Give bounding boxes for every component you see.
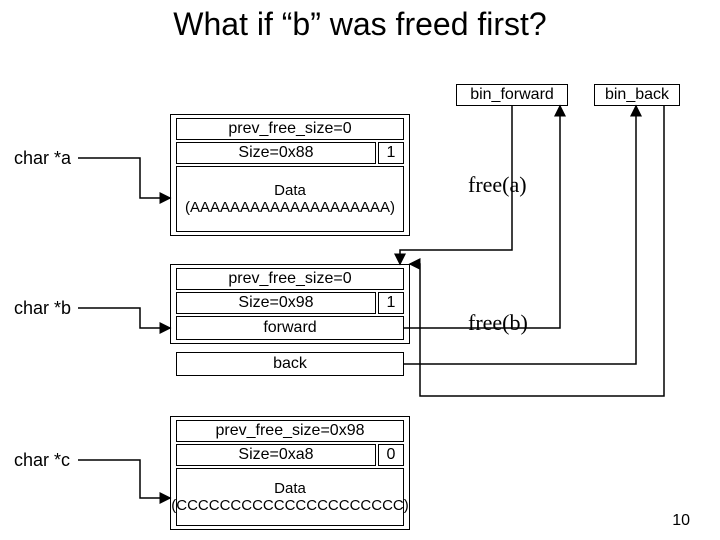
block-b-prev: prev_free_size=0 (176, 268, 404, 290)
block-b-back: back (176, 352, 404, 376)
block-c-flag: 0 (378, 444, 404, 466)
block-a-flag: 1 (378, 142, 404, 164)
page-title: What if “b” was freed first? (0, 0, 720, 43)
label-char-c: char *c (14, 450, 70, 471)
label-char-a: char *a (14, 148, 71, 169)
bin-back-node: bin_back (594, 84, 680, 106)
block-c-data: Data (CCCCCCCCCCCCCCCCCCCCC) (176, 468, 404, 526)
block-a-size: Size=0x88 (176, 142, 376, 164)
free-a-label: free(a) (468, 172, 527, 198)
block-c-prev: prev_free_size=0x98 (176, 420, 404, 442)
page-number: 10 (672, 512, 690, 530)
block-a-prev: prev_free_size=0 (176, 118, 404, 140)
block-a-data: Data (AAAAAAAAAAAAAAAAAAAA) (176, 166, 404, 232)
label-char-b: char *b (14, 298, 71, 319)
block-b-flag: 1 (378, 292, 404, 314)
block-b-size: Size=0x98 (176, 292, 376, 314)
block-b-forward: forward (176, 316, 404, 340)
free-b-label: free(b) (468, 310, 528, 336)
block-c-size: Size=0xa8 (176, 444, 376, 466)
bin-forward-node: bin_forward (456, 84, 568, 106)
